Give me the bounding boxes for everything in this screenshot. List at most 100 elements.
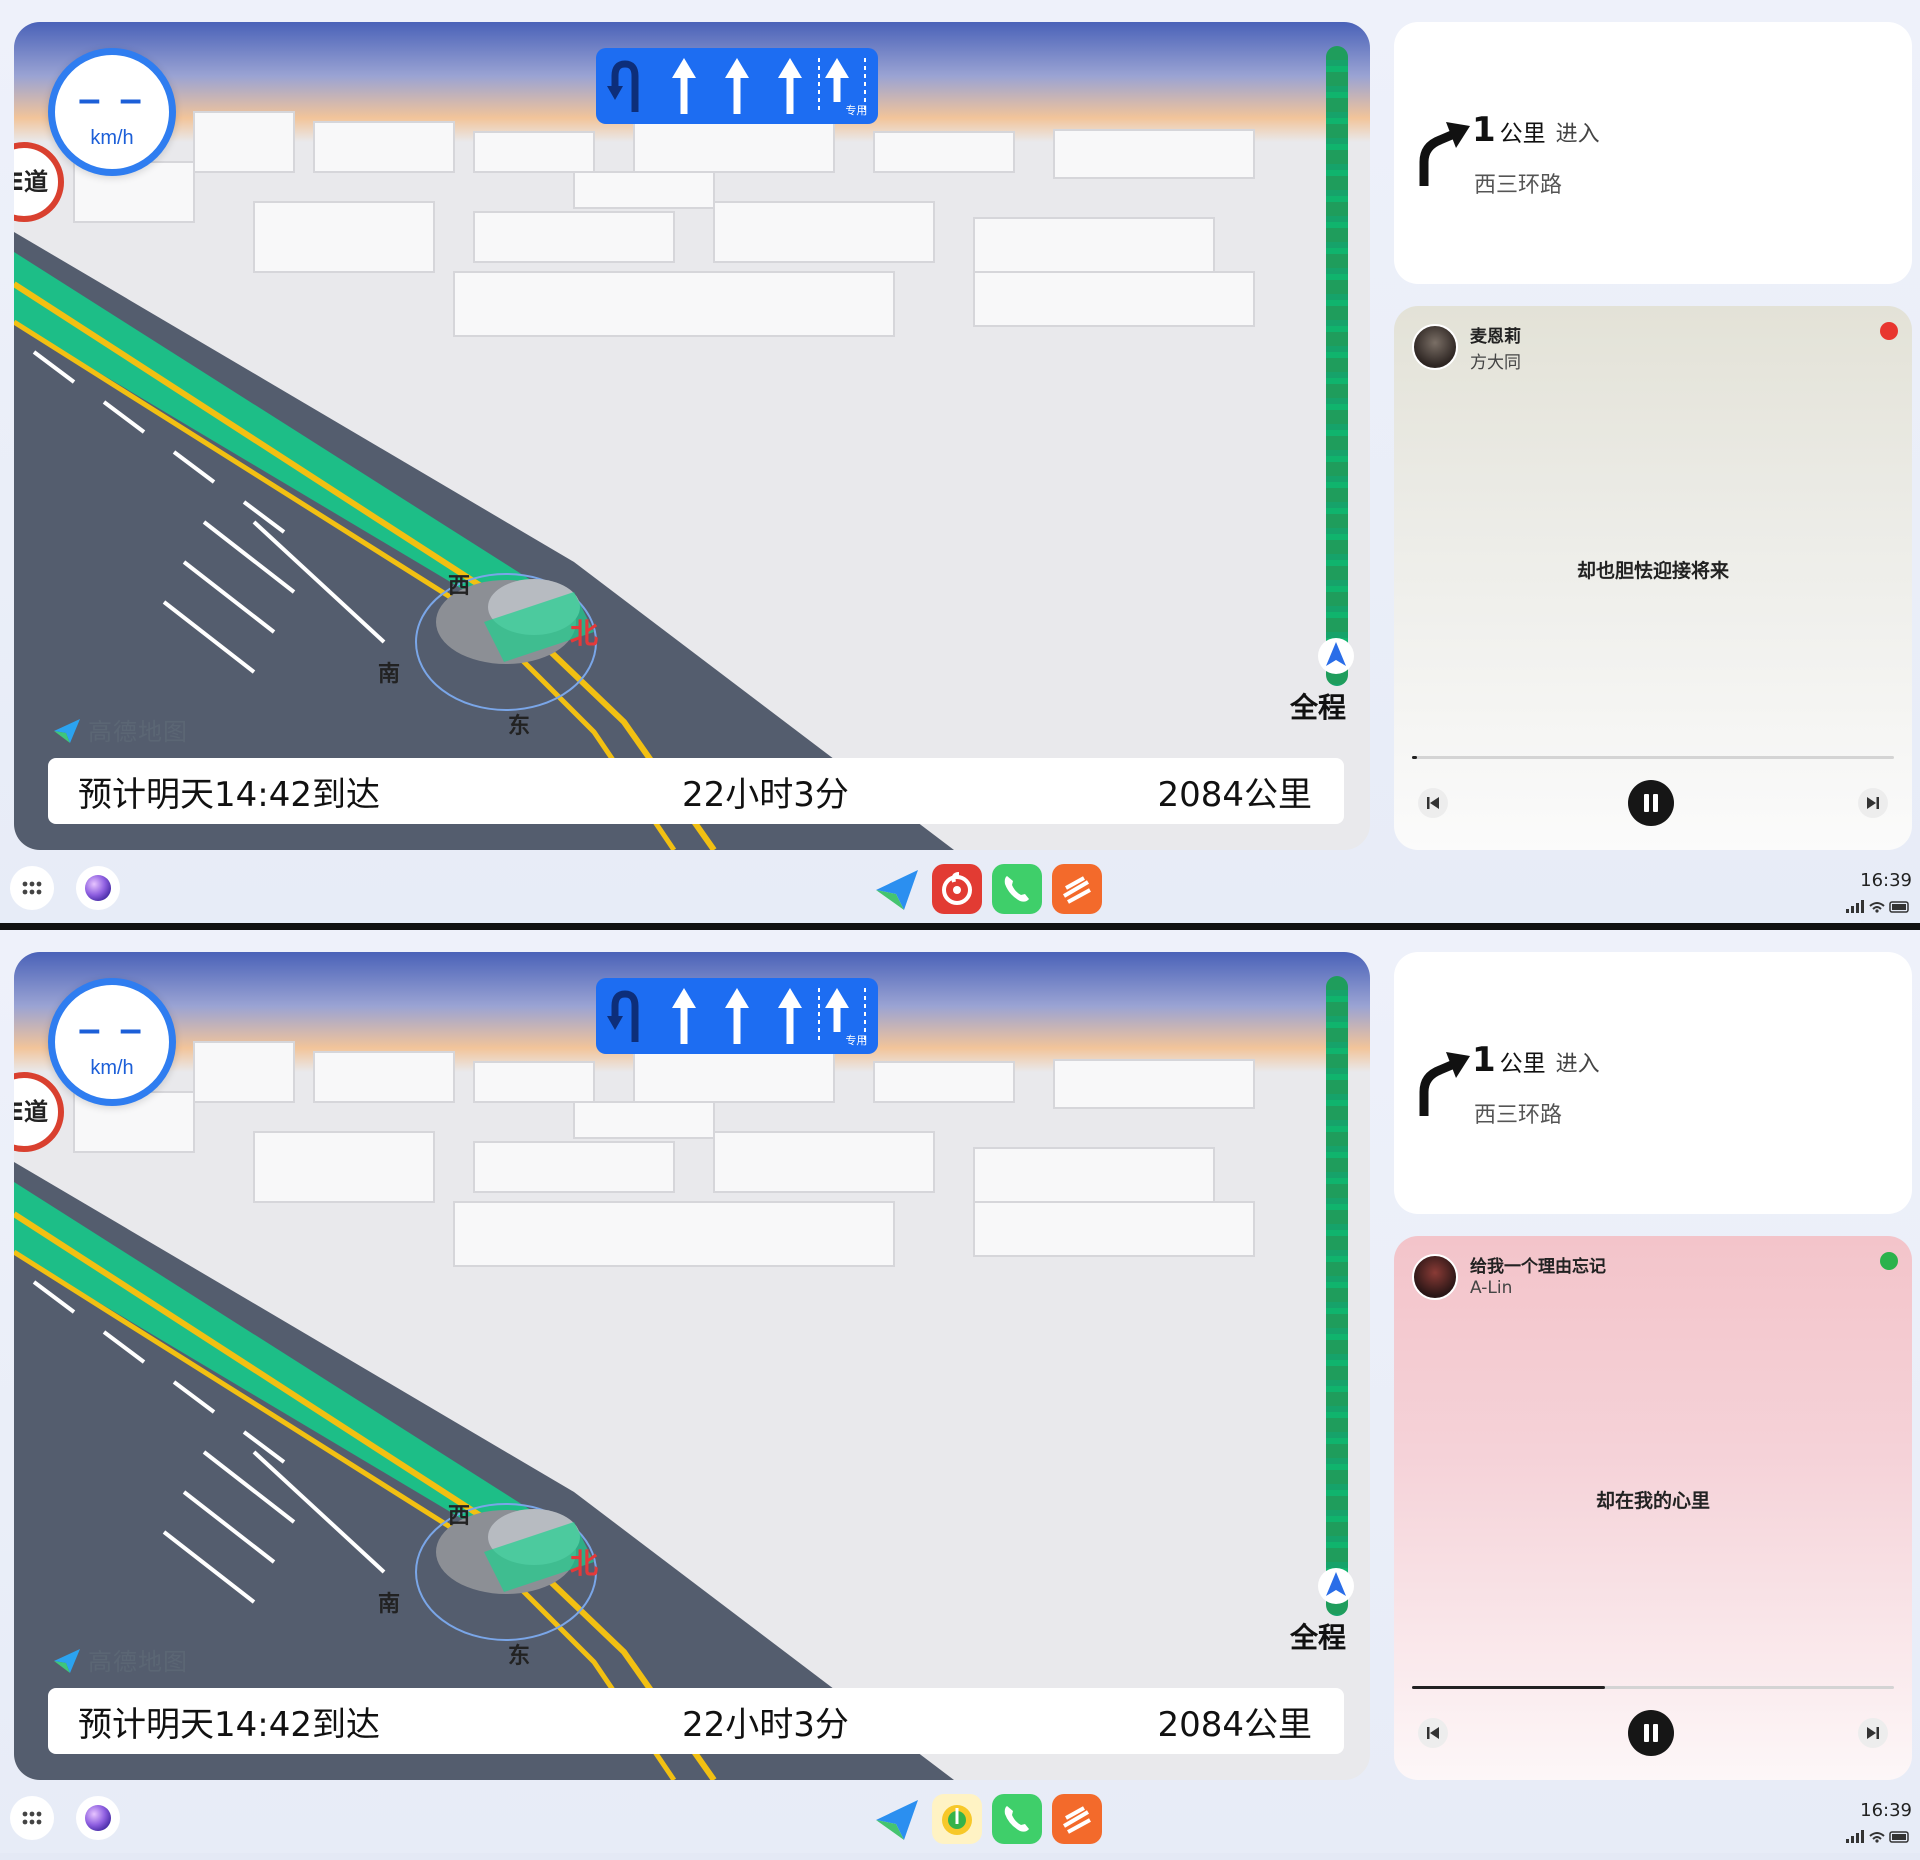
dock-map-app[interactable]: [872, 1794, 922, 1844]
screen-top: – – km/h E道 专用 西 北 南 东 全程 高德地图 预计明天14:42…: [0, 0, 1920, 923]
lane-special-label: 专用: [845, 104, 868, 117]
phone-icon: [1004, 876, 1029, 902]
speed-value: – –: [78, 77, 146, 121]
speed-indicator: – – km/h: [48, 48, 176, 176]
previous-track-button[interactable]: [1418, 1718, 1448, 1748]
compass-west: 西: [448, 1504, 471, 1529]
lane-special-label: 专用: [845, 1034, 868, 1047]
assistant-orb-icon: [85, 875, 111, 901]
amap-brand-text: 高德地图: [88, 1648, 188, 1676]
trip-summary-bar[interactable]: 预计明天14:42到达 22小时3分 2084公里: [48, 758, 1344, 824]
dock-map-app[interactable]: [872, 864, 922, 914]
trip-summary-bar[interactable]: 预计明天14:42到达 22小时3分 2084公里: [48, 1688, 1344, 1754]
lane-straight-icon: [711, 984, 763, 1048]
amap-brand-text: 高德地图: [88, 718, 188, 746]
previous-track-button[interactable]: [1418, 788, 1448, 818]
lane-special-icon: 专用: [817, 984, 869, 1048]
pause-button[interactable]: [1628, 780, 1674, 826]
turn-guidance-card[interactable]: 1 公里 进入 西三环路: [1394, 952, 1912, 1214]
next-track-button[interactable]: [1858, 788, 1888, 818]
route-progress-bar: [1326, 976, 1348, 1616]
map-app-icon: [876, 870, 918, 910]
album-avatar[interactable]: [1412, 1254, 1458, 1300]
music-player-card[interactable]: 麦恩莉 方大同 却也胆怯迎接将来: [1394, 306, 1912, 850]
lane-straight-icon: [658, 54, 710, 118]
current-lyric: 却也胆怯迎接将来: [1576, 560, 1729, 582]
song-artist: 方大同: [1470, 353, 1521, 373]
lane-guidance: 专用: [596, 48, 878, 124]
voice-assistant-button[interactable]: [76, 1796, 120, 1840]
navigation-map[interactable]: – – km/h E道 专用 西 北 南 东 全程 高德地图 预计明天14:42…: [14, 22, 1370, 850]
turn-distance-value: 1: [1472, 110, 1496, 150]
bottom-dock: 16:39: [0, 1780, 1920, 1853]
music-source-icon: [1880, 322, 1898, 340]
voice-assistant-button[interactable]: [76, 866, 120, 910]
turn-action: 进入: [1555, 1052, 1600, 1077]
dock-music-app[interactable]: [932, 1794, 982, 1844]
pause-button[interactable]: [1628, 1710, 1674, 1756]
map-scene: [14, 22, 1370, 850]
location-arrow-icon: [1318, 638, 1354, 674]
eta-duration: 22小时3分: [682, 1704, 849, 1745]
compass-east: 东: [508, 714, 531, 739]
music-source-icon: [1880, 1252, 1898, 1270]
next-road-name: 西三环路: [1474, 173, 1563, 198]
eta-arrival: 预计明天14:42到达: [78, 1704, 380, 1745]
dock-orange-app[interactable]: [1052, 1794, 1102, 1844]
turn-distance-unit: 公里: [1499, 121, 1546, 147]
lane-straight-icon: [764, 984, 816, 1048]
lane-straight-icon: [658, 984, 710, 1048]
screenshot-divider: [0, 923, 1920, 930]
compass-west: 西: [448, 574, 471, 599]
compass-south: 南: [378, 662, 401, 687]
amap-logo-icon: [54, 1648, 80, 1673]
bottom-dock: 16:39: [0, 850, 1920, 923]
status-clock: 16:39: [1860, 870, 1912, 891]
dock-orange-app[interactable]: [1052, 864, 1102, 914]
turn-distance: 1 公里 进入: [1472, 1040, 1600, 1080]
speed-unit: km/h: [90, 127, 134, 149]
turn-distance-unit: 公里: [1499, 1051, 1546, 1077]
orange-app-icon: [1062, 1806, 1091, 1834]
skip-back-icon: [1427, 1727, 1439, 1739]
lane-straight-icon: [711, 54, 763, 118]
overview-button[interactable]: 全程: [1290, 686, 1346, 726]
dock-phone-app[interactable]: [992, 864, 1042, 914]
turn-distance: 1 公里 进入: [1472, 110, 1600, 150]
map-app-icon: [876, 1800, 918, 1840]
turn-guidance-card[interactable]: 1 公里 进入 西三环路: [1394, 22, 1912, 284]
app-grid-button[interactable]: [10, 1796, 54, 1840]
phone-icon: [1004, 1806, 1029, 1832]
grid-icon: [22, 1811, 42, 1825]
map-scene: [14, 952, 1370, 1780]
navigation-map[interactable]: – – km/h E道 专用 西 北 南 东 全程 高德地图 预计明天14:42…: [14, 952, 1370, 1780]
skip-forward-icon: [1867, 1727, 1879, 1739]
status-clock: 16:39: [1860, 1800, 1912, 1821]
skip-forward-icon: [1867, 797, 1879, 809]
playback-progress-fill: [1412, 1686, 1605, 1689]
dock-phone-app[interactable]: [992, 1794, 1042, 1844]
overview-button[interactable]: 全程: [1290, 1616, 1346, 1656]
pause-icon: [1644, 794, 1658, 812]
lane-uturn-icon: [605, 984, 657, 1048]
album-avatar[interactable]: [1412, 324, 1458, 370]
song-title: 麦恩莉: [1470, 327, 1521, 347]
turn-right-icon: [1419, 122, 1470, 186]
playback-progress[interactable]: [1412, 756, 1894, 759]
speed-value: – –: [78, 1007, 146, 1051]
current-lyric: 却在我的心里: [1595, 1490, 1710, 1512]
compass-north: 北: [570, 1547, 599, 1580]
compass-north: 北: [570, 617, 599, 650]
signal-wifi-battery-icon: [1846, 900, 1909, 913]
next-track-button[interactable]: [1858, 1718, 1888, 1748]
netease-music-icon: [942, 872, 972, 905]
playback-progress[interactable]: [1412, 1686, 1894, 1689]
next-road-name: 西三环路: [1474, 1103, 1563, 1128]
song-title: 给我一个理由忘记: [1470, 1257, 1606, 1277]
music-player-card[interactable]: 给我一个理由忘记 A-Lin 却在我的心里: [1394, 1236, 1912, 1780]
amap-logo-icon: [54, 718, 80, 743]
app-grid-button[interactable]: [10, 866, 54, 910]
compass-east: 东: [508, 1644, 531, 1669]
amap-logo: 高德地图: [52, 712, 188, 747]
dock-music-app[interactable]: [932, 864, 982, 914]
